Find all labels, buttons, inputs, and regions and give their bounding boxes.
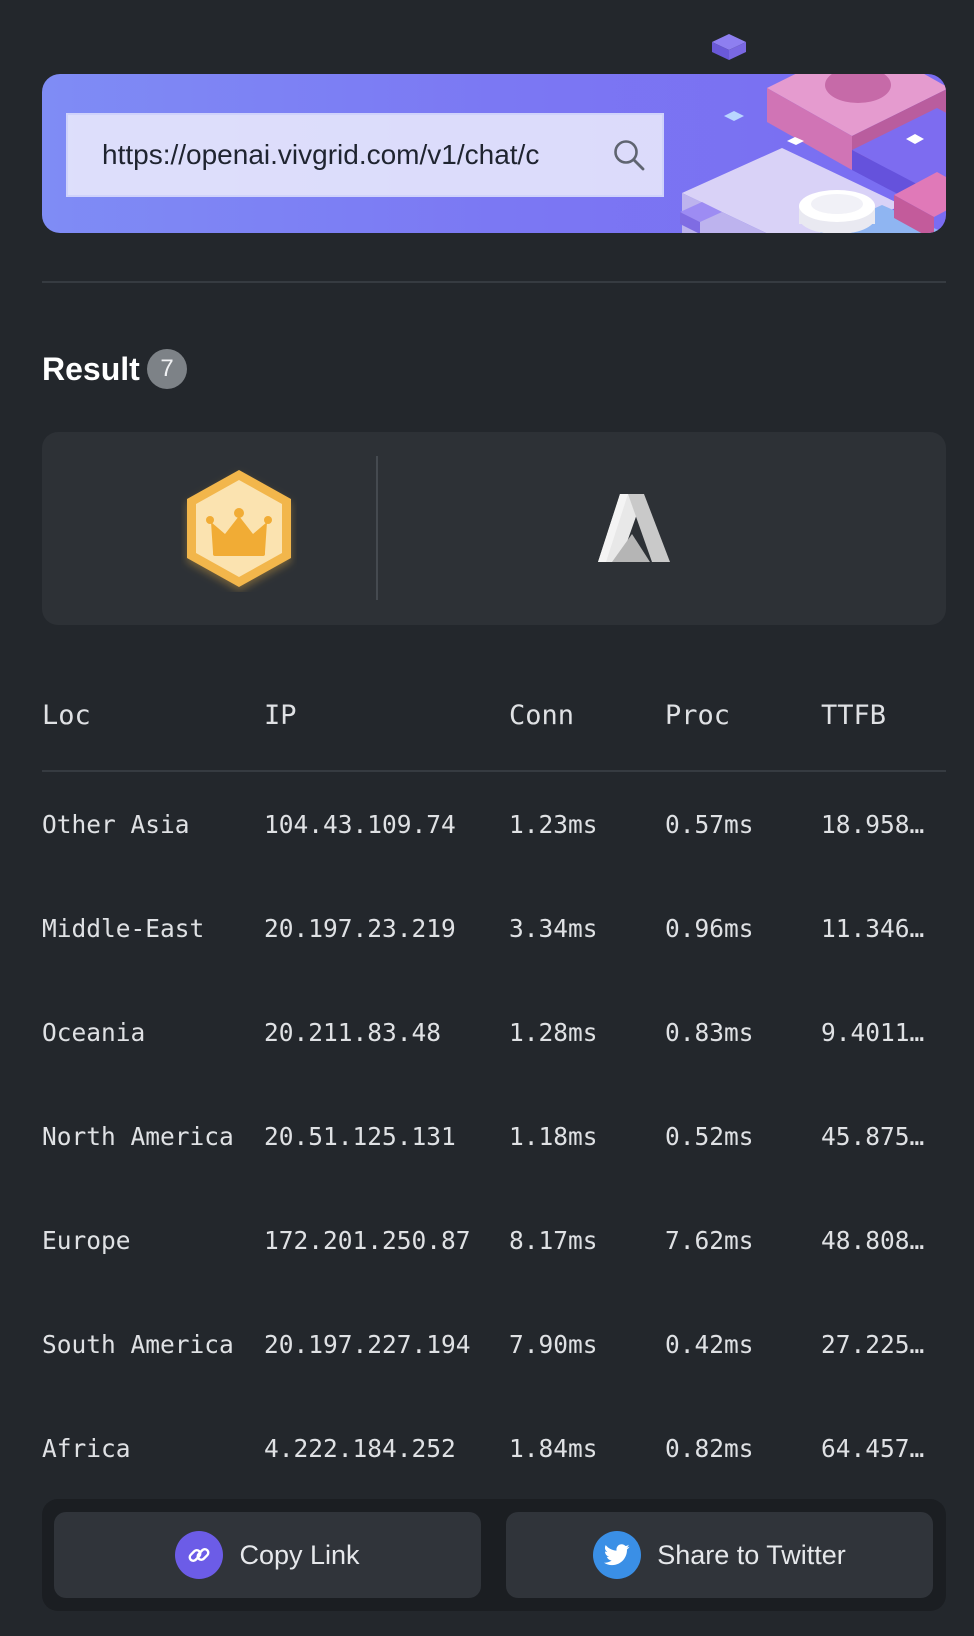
copy-link-label: Copy Link [239,1539,360,1570]
cell-conn: 7.90ms [509,1329,598,1359]
cell-ttfb: 27.225… [821,1292,946,1396]
cell-ttfb-value: 64.457… [821,1433,925,1463]
url-input[interactable] [68,115,556,195]
cell-conn: 1.23ms [509,809,598,839]
cell-ttfb: 64.457… [821,1396,946,1500]
cell-ttfb-value: 18.958… [821,809,925,839]
cell-ttfb-value: 11.346… [821,913,925,943]
cell-loc: Oceania [42,1017,146,1047]
section-divider [42,281,946,283]
cell-ttfb: 11.346… [821,876,946,980]
cell-loc: North America [42,1121,234,1151]
cell-ip: 104.43.109.74 [264,809,456,839]
table-row[interactable]: Other Asia 104.43.109.74 1.23ms 0.57ms 1… [42,772,946,876]
provider-card [42,432,946,625]
cell-proc: 0.83ms [665,1017,754,1047]
table-header: Loc IP Conn Proc TTFB [42,660,946,772]
search-button[interactable] [596,115,662,195]
cell-ip: 20.197.227.194 [264,1329,471,1359]
cell-ip: 20.51.125.131 [264,1121,456,1151]
cell-ttfb-value: 48.808… [821,1225,925,1255]
table-row[interactable]: South America 20.197.227.194 7.90ms 0.42… [42,1292,946,1396]
result-count-badge: 7 [147,349,187,389]
cell-loc: Africa [42,1433,131,1463]
cell-loc: South America [42,1329,234,1359]
copy-link-button[interactable]: Copy Link [54,1512,481,1598]
cell-ttfb-value: 27.225… [821,1329,925,1359]
search-icon [614,140,645,171]
table-row[interactable]: Europe 172.201.250.87 8.17ms 7.62ms 48.8… [42,1188,946,1292]
header-loc[interactable]: Loc [42,660,264,770]
cell-conn: 1.28ms [509,1017,598,1047]
action-bar: Copy Link Share to Twitter [42,1499,946,1611]
cell-proc: 0.96ms [665,913,754,943]
floating-gem-icon [712,34,746,60]
cell-proc: 0.52ms [665,1121,754,1151]
cell-ttfb-value: 45.875… [821,1121,925,1151]
table-row[interactable]: Middle-East 20.197.23.219 3.34ms 0.96ms … [42,876,946,980]
cell-ip: 4.222.184.252 [264,1433,456,1463]
twitter-icon [593,1531,642,1579]
azure-logo-icon[interactable] [598,494,670,562]
share-twitter-label: Share to Twitter [657,1539,846,1570]
url-search-box [66,113,664,197]
share-twitter-button[interactable]: Share to Twitter [506,1512,933,1598]
crown-badge-icon[interactable] [181,466,297,592]
page: Result 7 Loc [0,0,974,1636]
cell-ip: 20.211.83.48 [264,1017,442,1047]
cell-proc: 0.57ms [665,809,754,839]
link-icon [175,1531,224,1579]
result-title: Result [42,351,140,387]
cell-ip: 172.201.250.87 [264,1225,471,1255]
cell-loc: Other Asia [42,809,190,839]
cell-ttfb: 18.958… [821,772,946,876]
cell-loc: Middle-East [42,913,205,943]
cell-conn: 1.18ms [509,1121,598,1151]
cell-conn: 8.17ms [509,1225,598,1255]
cell-ttfb: 48.808… [821,1188,946,1292]
cell-ttfb: 9.4011… [821,980,946,1084]
cell-proc: 7.62ms [665,1225,754,1255]
header-conn[interactable]: Conn [509,660,663,770]
cell-ip: 20.197.23.219 [264,913,456,943]
card-separator [376,456,378,600]
cell-conn: 1.84ms [509,1433,598,1463]
results-table: Loc IP Conn Proc TTFB Other Asia 104.43.… [42,660,946,1500]
cell-proc: 0.82ms [665,1433,754,1463]
header-ip[interactable]: IP [264,660,508,770]
cell-ttfb-value: 9.4011… [821,1017,925,1047]
cell-loc: Europe [42,1225,131,1255]
cell-ttfb: 45.875… [821,1084,946,1188]
header-proc[interactable]: Proc [665,660,819,770]
table-row[interactable]: North America 20.51.125.131 1.18ms 0.52m… [42,1084,946,1188]
cell-proc: 0.42ms [665,1329,754,1359]
header-ttfb[interactable]: TTFB [821,660,946,770]
table-row[interactable]: Oceania 20.211.83.48 1.28ms 0.83ms 9.401… [42,980,946,1084]
cell-conn: 3.34ms [509,913,598,943]
table-row[interactable]: Africa 4.222.184.252 1.84ms 0.82ms 64.45… [42,1396,946,1500]
